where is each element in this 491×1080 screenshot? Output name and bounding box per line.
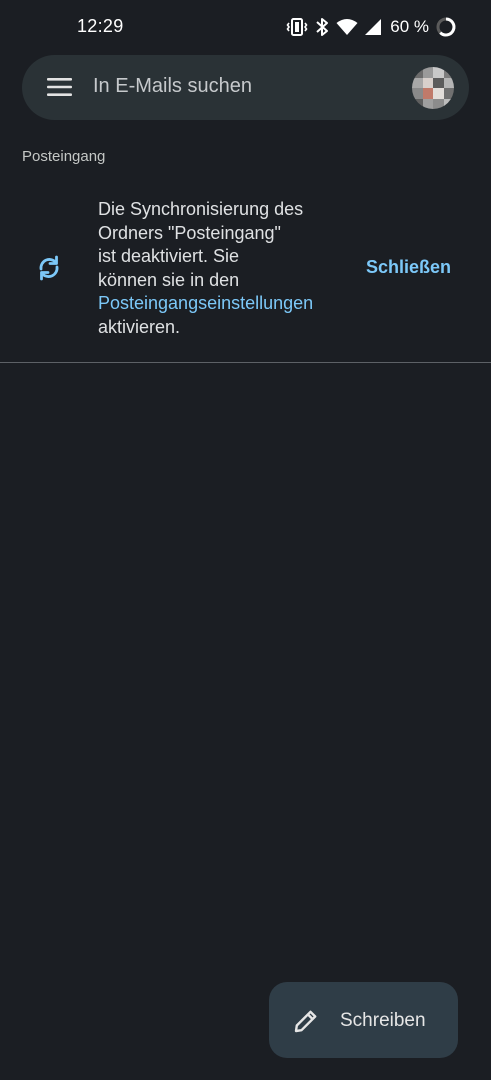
banner-message: Die Synchronisierung des Ordners "Postei… <box>98 198 348 339</box>
status-bar: 12:29 60 % <box>0 0 491 54</box>
battery-ring-icon <box>435 16 457 38</box>
status-icons: 60 % <box>286 15 457 39</box>
battery-percent: 60 % <box>390 17 429 36</box>
divider <box>0 362 491 363</box>
sync-icon <box>35 254 63 282</box>
banner-line: können sie in den <box>98 269 240 290</box>
banner-line: Die Synchronisierung des <box>98 199 304 219</box>
pencil-icon <box>293 1008 319 1034</box>
close-banner-button[interactable]: Schließen <box>366 257 451 278</box>
banner-line: ist deaktiviert. Sie <box>98 246 240 266</box>
vibrate-icon <box>286 17 308 37</box>
compose-button[interactable]: Schreiben <box>269 982 458 1058</box>
bluetooth-icon <box>314 17 330 37</box>
status-time: 12:29 <box>77 16 124 36</box>
account-avatar[interactable] <box>412 67 454 109</box>
banner-line: aktivieren. <box>98 316 181 337</box>
search-input[interactable]: In E-Mails suchen <box>93 75 252 98</box>
folder-label: Posteingang <box>22 148 106 165</box>
sync-disabled-banner: Die Synchronisierung des Ordners "Postei… <box>0 190 491 362</box>
wifi-icon <box>336 18 358 36</box>
inbox-settings-link[interactable]: Posteingangseinstellungen <box>98 292 348 316</box>
search-bar[interactable]: In E-Mails suchen <box>22 55 469 120</box>
gmail-inbox-screen: 12:29 60 % In E-Mails suchen Posteingang… <box>0 0 491 1080</box>
signal-icon <box>364 18 382 36</box>
compose-label: Schreiben <box>340 1010 426 1031</box>
banner-line: Ordners "Posteingang" <box>98 222 281 243</box>
hamburger-menu-icon[interactable] <box>46 75 74 99</box>
